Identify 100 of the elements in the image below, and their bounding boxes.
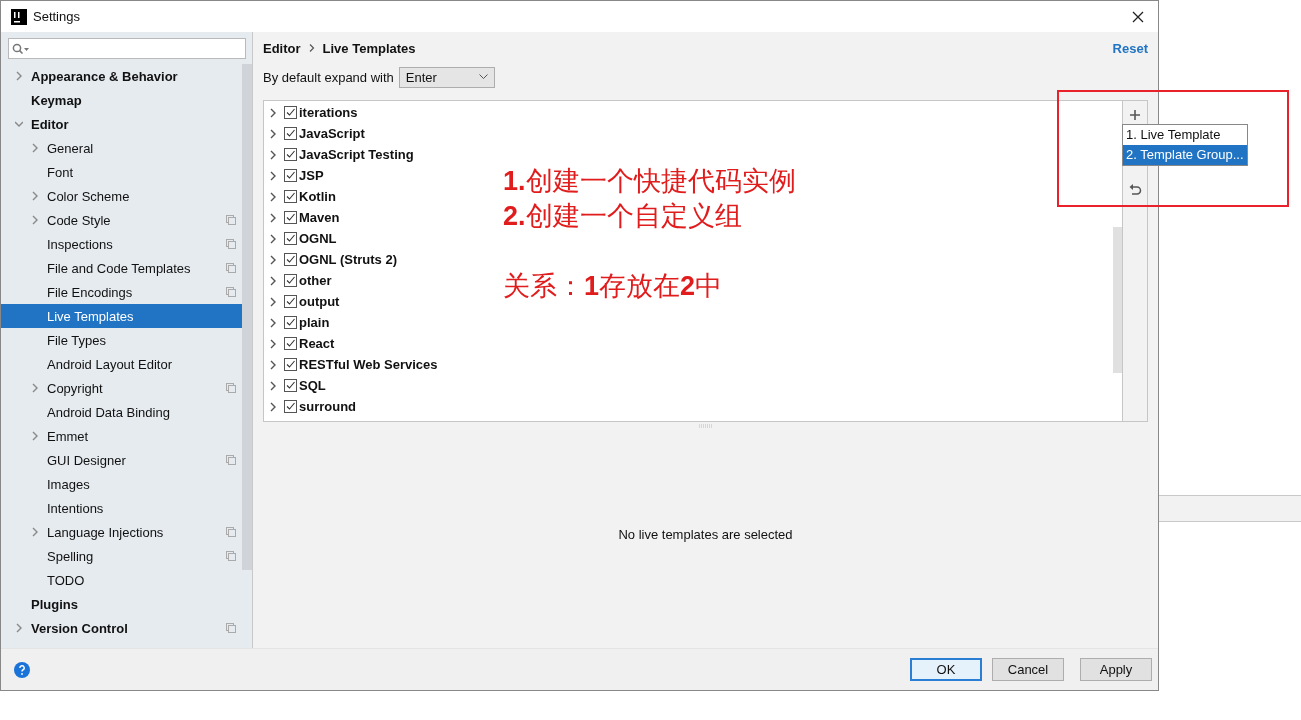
settings-item[interactable]: General [1, 136, 242, 160]
chevron-icon[interactable] [269, 359, 277, 370]
checkbox[interactable] [284, 316, 297, 329]
settings-item[interactable]: Images [1, 472, 242, 496]
menu-item[interactable]: 2. Template Group... [1123, 145, 1247, 165]
chevron-icon[interactable] [269, 128, 277, 139]
settings-item[interactable]: File Types [1, 328, 242, 352]
template-group[interactable]: output [299, 294, 340, 309]
template-group[interactable]: surround [299, 399, 357, 414]
chevron-icon[interactable] [269, 296, 277, 307]
template-group[interactable]: iterations [299, 105, 358, 120]
settings-item[interactable]: Language Injections [1, 520, 242, 544]
settings-category[interactable]: Keymap [1, 88, 242, 112]
checkbox[interactable] [284, 106, 297, 119]
checkbox[interactable] [284, 295, 297, 308]
copy-icon [226, 263, 236, 273]
checkbox[interactable] [284, 211, 297, 224]
annotation-text: 1.创建一个快捷代码实例 [503, 165, 796, 198]
ok-button[interactable]: OK [910, 658, 982, 681]
close-icon[interactable] [1132, 10, 1144, 23]
settings-category[interactable]: Plugins [1, 592, 242, 616]
annotation-text: 关系：1存放在2中 [503, 270, 724, 303]
copy-icon [226, 383, 236, 393]
copy-icon [226, 287, 236, 297]
expand-dropdown[interactable]: Enter [398, 66, 495, 88]
chevron-icon[interactable] [269, 317, 277, 328]
settings-item[interactable]: File and Code Templates [1, 256, 242, 280]
checkbox[interactable] [284, 337, 297, 350]
chevron-icon [308, 44, 315, 52]
menu-item[interactable]: 1. Live Template [1123, 125, 1247, 145]
settings-item[interactable]: Live Templates [1, 304, 242, 328]
caret-icon [478, 74, 488, 80]
copy-icon [226, 527, 236, 537]
chevron-icon[interactable] [269, 233, 277, 244]
checkbox[interactable] [284, 253, 297, 266]
template-group[interactable]: Maven [299, 210, 340, 225]
settings-category[interactable]: Version Control [1, 616, 242, 640]
window-title: Settings [33, 9, 80, 24]
chevron-icon[interactable] [269, 170, 277, 181]
checkbox[interactable] [284, 379, 297, 392]
template-group[interactable]: React [299, 336, 335, 351]
chevron-icon[interactable] [269, 380, 277, 391]
template-group[interactable]: Kotlin [299, 189, 336, 204]
checkbox[interactable] [284, 190, 297, 203]
settings-item[interactable]: Font [1, 160, 242, 184]
chevron-icon[interactable] [269, 212, 277, 223]
scrollbar-thumb[interactable] [242, 64, 252, 570]
settings-item[interactable]: Android Layout Editor [1, 352, 242, 376]
copy-icon [226, 455, 236, 465]
settings-item[interactable]: Copyright [1, 376, 242, 400]
settings-item[interactable]: Inspections [1, 232, 242, 256]
template-group[interactable]: JSP [299, 168, 324, 183]
settings-item[interactable]: Code Style [1, 208, 242, 232]
template-group[interactable]: other [299, 273, 332, 288]
chevron-icon[interactable] [269, 401, 277, 412]
settings-item[interactable]: Intentions [1, 496, 242, 520]
template-group[interactable]: JavaScript [299, 126, 365, 141]
settings-item[interactable]: Emmet [1, 424, 242, 448]
checkbox[interactable] [284, 358, 297, 371]
checkbox[interactable] [284, 232, 297, 245]
settings-item[interactable]: Spelling [1, 544, 242, 568]
chevron-icon[interactable] [269, 254, 277, 265]
template-group[interactable]: JavaScript Testing [299, 147, 414, 162]
chevron-icon[interactable] [269, 191, 277, 202]
template-group[interactable]: OGNL [299, 231, 337, 246]
breadcrumb-item: Live Templates [322, 40, 416, 56]
checkbox[interactable] [284, 400, 297, 413]
app-icon [11, 8, 27, 25]
help-icon[interactable] [14, 661, 30, 678]
chevron-icon[interactable] [269, 149, 277, 160]
checkbox[interactable] [284, 169, 297, 182]
settings-item[interactable]: File Encodings [1, 280, 242, 304]
reset-link[interactable]: Reset [1112, 40, 1148, 56]
settings-item[interactable]: TODO [1, 568, 242, 592]
settings-category[interactable]: Editor [1, 112, 242, 136]
empty-message: No live templates are selected [618, 526, 793, 542]
checkbox[interactable] [284, 148, 297, 161]
chevron-icon[interactable] [269, 275, 277, 286]
template-group[interactable]: SQL [299, 378, 326, 393]
field-label: By default expand with [263, 69, 394, 85]
settings-category[interactable]: Appearance & Behavior [1, 64, 242, 88]
settings-item[interactable]: Color Scheme [1, 184, 242, 208]
chevron-icon[interactable] [269, 107, 277, 118]
scrollbar-thumb[interactable] [1113, 227, 1122, 373]
breadcrumb-item: Editor [263, 40, 301, 56]
template-group[interactable]: OGNL (Struts 2) [299, 252, 397, 267]
dialog-button[interactable]: Apply [1080, 658, 1152, 681]
template-group[interactable]: RESTful Web Services [299, 357, 438, 372]
search-icon [12, 42, 30, 55]
settings-item[interactable]: Android Data Binding [1, 400, 242, 424]
checkbox[interactable] [284, 127, 297, 140]
checkbox[interactable] [284, 274, 297, 287]
search-field[interactable] [8, 38, 246, 59]
dialog-button[interactable]: Cancel [992, 658, 1064, 681]
template-group[interactable]: plain [299, 315, 330, 330]
annotation-text: 2.创建一个自定义组 [503, 200, 743, 233]
settings-item[interactable]: GUI Designer [1, 448, 242, 472]
chevron-icon[interactable] [269, 338, 277, 349]
undo-icon[interactable] [1128, 183, 1142, 197]
add-icon[interactable] [1129, 109, 1141, 121]
